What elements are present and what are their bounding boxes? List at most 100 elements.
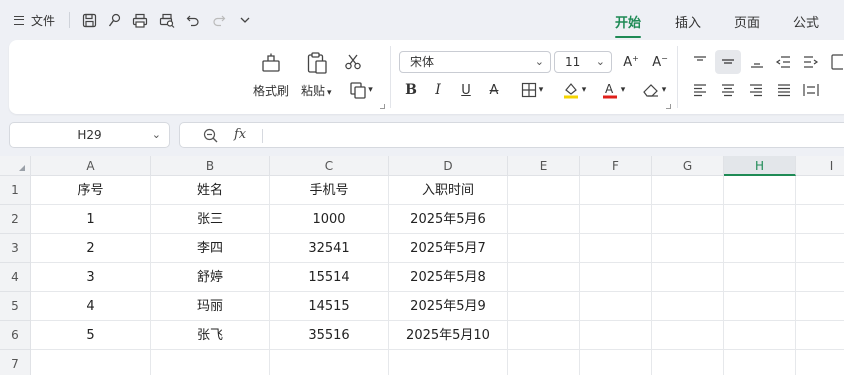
font-dialog-launcher-icon[interactable] <box>666 104 671 109</box>
underline-icon[interactable]: U <box>457 80 475 100</box>
clipboard-dialog-launcher-icon[interactable] <box>380 104 385 109</box>
name-box[interactable]: H29 ⌄ <box>9 122 170 148</box>
align-bottom-icon[interactable] <box>747 52 767 72</box>
table-cell[interactable] <box>796 176 844 205</box>
table-cell[interactable]: 32541 <box>270 234 389 263</box>
align-left-icon[interactable] <box>690 80 710 100</box>
column-header-h[interactable]: H <box>724 156 796 176</box>
row-header[interactable]: 7 <box>0 350 31 375</box>
tab-home[interactable]: 开始 <box>615 12 642 38</box>
select-all-corner[interactable] <box>0 156 31 176</box>
column-header-g[interactable]: G <box>652 156 724 176</box>
table-cell[interactable] <box>796 321 844 350</box>
copy-button[interactable]: ▾ <box>345 80 377 100</box>
fill-color-button[interactable]: ▾ <box>556 80 592 100</box>
table-cell[interactable] <box>389 350 508 375</box>
row-header[interactable]: 5 <box>0 292 31 321</box>
table-cell[interactable] <box>508 234 580 263</box>
row-header[interactable]: 1 <box>0 176 31 205</box>
table-cell[interactable]: 2025年5月8 <box>389 263 508 292</box>
table-cell[interactable] <box>796 350 844 375</box>
table-cell[interactable] <box>151 350 270 375</box>
table-cell[interactable] <box>724 205 796 234</box>
tab-page[interactable]: 页面 <box>734 12 760 31</box>
format-painter-icon[interactable] <box>259 50 283 76</box>
table-cell[interactable] <box>652 263 724 292</box>
column-header-a[interactable]: A <box>31 156 151 176</box>
print-icon[interactable] <box>130 10 150 30</box>
table-cell[interactable] <box>796 292 844 321</box>
clear-format-button[interactable]: ▾ <box>636 80 672 100</box>
table-cell[interactable]: 5 <box>31 321 151 350</box>
table-cell[interactable] <box>796 205 844 234</box>
redo-icon[interactable] <box>209 10 229 30</box>
font-size-select[interactable]: 11 ⌄ <box>554 51 612 73</box>
zoom-search-icon[interactable] <box>203 128 218 147</box>
table-cell[interactable] <box>724 321 796 350</box>
table-cell[interactable]: 1 <box>31 205 151 234</box>
align-top-icon[interactable] <box>690 52 710 72</box>
italic-icon[interactable]: I <box>429 80 447 100</box>
tab-insert[interactable]: 插入 <box>675 12 701 31</box>
paste-icon[interactable] <box>305 50 329 76</box>
row-header[interactable]: 6 <box>0 321 31 350</box>
file-menu-button[interactable]: 文件 <box>14 11 55 29</box>
align-right-icon[interactable] <box>746 80 766 100</box>
table-cell[interactable] <box>580 205 652 234</box>
table-cell[interactable]: 李四 <box>151 234 270 263</box>
row-header[interactable]: 2 <box>0 205 31 234</box>
strikethrough-icon[interactable]: A <box>485 80 503 100</box>
save-icon[interactable] <box>79 10 99 30</box>
table-cell[interactable]: 张三 <box>151 205 270 234</box>
font-name-select[interactable]: 宋体 ⌄ <box>399 51 551 73</box>
table-cell[interactable] <box>508 350 580 375</box>
column-header-b[interactable]: B <box>151 156 270 176</box>
table-cell[interactable]: 张飞 <box>151 321 270 350</box>
paste-button[interactable]: 粘贴 ▾ <box>301 82 332 99</box>
table-cell[interactable] <box>724 350 796 375</box>
decrease-font-size-icon[interactable]: A − <box>650 52 670 72</box>
table-cell[interactable] <box>652 292 724 321</box>
increase-font-size-icon[interactable]: A + <box>621 52 641 72</box>
table-cell[interactable]: 入职时间 <box>389 176 508 205</box>
table-cell[interactable]: 玛丽 <box>151 292 270 321</box>
table-cell[interactable]: 14515 <box>270 292 389 321</box>
table-cell[interactable]: 1000 <box>270 205 389 234</box>
table-cell[interactable] <box>508 292 580 321</box>
table-cell[interactable]: 舒婷 <box>151 263 270 292</box>
more-chevron-icon[interactable] <box>235 10 255 30</box>
format-painter-label[interactable]: 格式刷 <box>253 82 289 99</box>
table-cell[interactable] <box>652 321 724 350</box>
table-cell[interactable] <box>796 263 844 292</box>
table-cell[interactable] <box>652 176 724 205</box>
table-cell[interactable] <box>796 234 844 263</box>
table-cell[interactable]: 35516 <box>270 321 389 350</box>
increase-indent-icon[interactable] <box>801 52 821 72</box>
row-header[interactable]: 3 <box>0 234 31 263</box>
align-center-icon[interactable] <box>718 80 738 100</box>
bold-icon[interactable]: B <box>402 80 420 100</box>
table-cell[interactable] <box>724 234 796 263</box>
row-header[interactable]: 4 <box>0 263 31 292</box>
tab-formula[interactable]: 公式 <box>793 12 819 31</box>
table-cell[interactable] <box>508 321 580 350</box>
print-preview-icon[interactable] <box>157 10 177 30</box>
column-header-e[interactable]: E <box>508 156 580 176</box>
format-painter-quick-icon[interactable] <box>104 10 124 30</box>
table-cell[interactable]: 2 <box>31 234 151 263</box>
formula-bar[interactable]: fx <box>179 122 844 148</box>
column-header-d[interactable]: D <box>389 156 508 176</box>
table-cell[interactable] <box>508 263 580 292</box>
table-cell[interactable]: 手机号 <box>270 176 389 205</box>
cut-icon[interactable] <box>343 52 363 72</box>
table-cell[interactable]: 2025年5月7 <box>389 234 508 263</box>
table-cell[interactable]: 2025年5月6 <box>389 205 508 234</box>
decrease-indent-icon[interactable] <box>773 52 793 72</box>
table-cell[interactable] <box>724 176 796 205</box>
table-cell[interactable] <box>724 263 796 292</box>
table-cell[interactable] <box>31 350 151 375</box>
table-cell[interactable]: 2025年5月10 <box>389 321 508 350</box>
insert-function-icon[interactable]: fx <box>234 127 246 142</box>
align-middle-icon[interactable] <box>715 50 741 74</box>
table-cell[interactable] <box>508 176 580 205</box>
